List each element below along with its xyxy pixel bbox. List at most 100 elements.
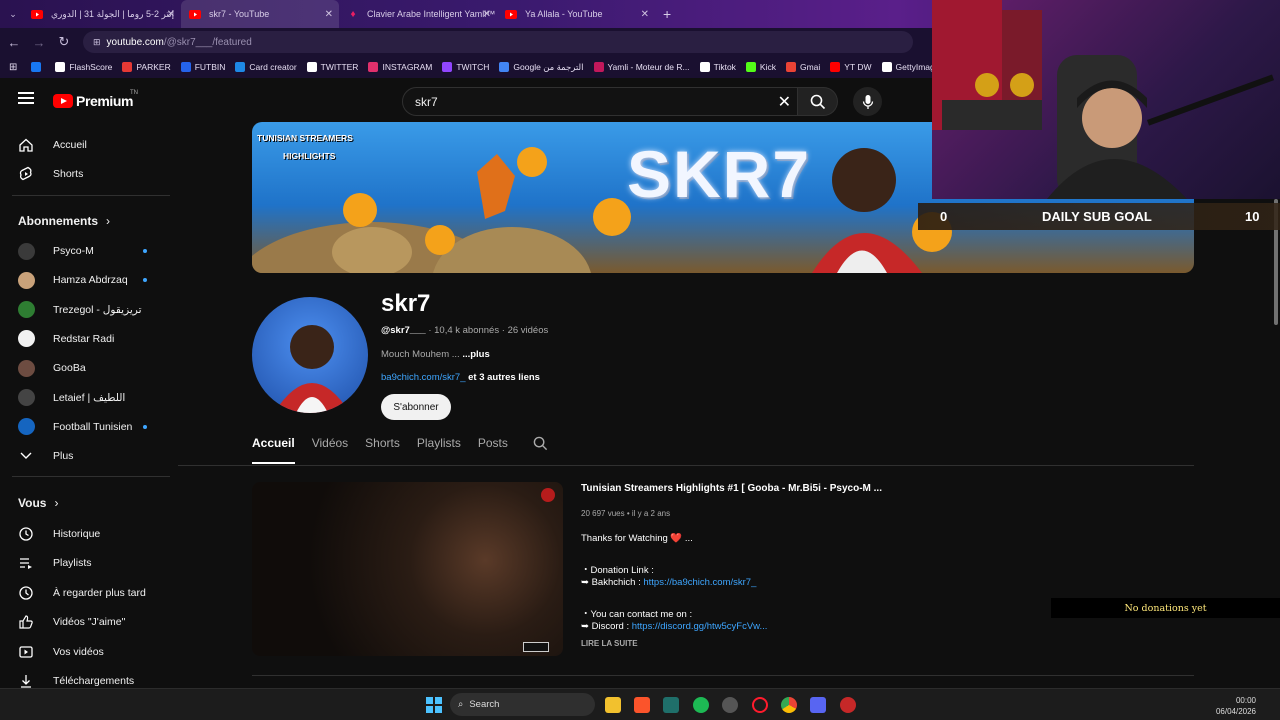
taskbar-search[interactable]: ⌕ Search (450, 693, 595, 716)
new-tab-button[interactable]: + (655, 0, 679, 28)
sidebar-item[interactable]: Playlists (18, 553, 92, 573)
sidebar-item[interactable]: Football Tunisien (18, 417, 147, 437)
webcam-overlay (932, 0, 1280, 199)
clear-search-icon[interactable]: ✕ (778, 92, 791, 112)
subscribe-button[interactable]: S'abonner (381, 394, 451, 420)
channel-avatar[interactable] (252, 297, 368, 413)
site-info-icon[interactable]: ⊞ (93, 37, 101, 48)
sidebar-item[interactable]: Vos vidéos (18, 642, 104, 662)
close-tab-icon[interactable]: ✕ (641, 9, 649, 20)
channel-search-icon[interactable] (533, 436, 548, 464)
sidebar-item[interactable]: Letaief | اللطيف (18, 388, 125, 408)
obs-icon[interactable] (722, 697, 738, 713)
search-input[interactable]: skr7 ✕ (402, 87, 798, 116)
daily-sub-goal-bar: 0 DAILY SUB GOAL 10 (918, 203, 1280, 230)
sidebar-item-label: Hamza Abdrzaq (53, 274, 128, 287)
bookmark-item[interactable]: TWITTER (306, 62, 358, 72)
sidebar-item[interactable]: À regarder plus tard (18, 583, 146, 603)
close-tab-icon[interactable]: ✕ (167, 9, 175, 20)
bookmark-item[interactable] (31, 62, 45, 72)
bookmark-item[interactable]: Google الترجمة من (499, 62, 584, 73)
sidebar-item[interactable]: GooBa (18, 358, 86, 378)
country-code: TN (130, 90, 138, 96)
tab-playlists[interactable]: Playlists (417, 436, 461, 464)
channel-description[interactable]: Mouch Mouhem ... ...plus (381, 349, 490, 360)
opera-icon[interactable] (752, 697, 768, 713)
bookmark-favicon-icon (368, 62, 379, 72)
subscriptions-header[interactable]: Abonnements › (18, 214, 110, 228)
tab-list-chevron-icon[interactable]: ⌄ (3, 3, 23, 25)
bookmark-item[interactable]: Card creator (235, 62, 297, 72)
chrome-icon[interactable] (781, 697, 797, 713)
sidebar-item[interactable]: Psyco-M (18, 241, 147, 261)
app-icon[interactable] (663, 697, 679, 713)
file-explorer-icon[interactable] (605, 697, 621, 713)
browser-tab-active[interactable]: skr7 - YouTube ✕ (181, 0, 339, 28)
sidebar-item[interactable]: Shorts (18, 164, 83, 184)
windows-start-icon[interactable] (426, 697, 442, 713)
video-thumbnail[interactable] (252, 482, 563, 656)
more-links[interactable]: et 3 autres liens (468, 372, 540, 383)
you-header[interactable]: Vous › (18, 496, 58, 510)
bookmark-item[interactable]: TWITCH (442, 62, 489, 72)
app-icon[interactable] (840, 697, 856, 713)
tab-accueil[interactable]: Accueil (252, 436, 295, 464)
bookmark-item[interactable]: Kick (745, 62, 776, 72)
sidebar-item[interactable]: Vidéos "J'aime" (18, 612, 125, 632)
sidebar-item[interactable]: Accueil (18, 135, 87, 155)
section-divider (252, 675, 1194, 676)
sidebar: Accueil Shorts Abonnements › Psyco-M Hamza Ab… (0, 124, 176, 688)
clock-time: 00:00 (1235, 696, 1256, 705)
bookmark-favicon-icon (881, 62, 892, 72)
discord-icon[interactable] (810, 697, 826, 713)
sidebar-item[interactable]: Hamza Abdrzaq (18, 270, 147, 290)
sidebar-item[interactable]: Redstar Radi (18, 329, 114, 349)
browser-tab[interactable]: Ya Allala - YouTube ✕ (497, 0, 655, 28)
bookmark-favicon-icon (499, 62, 510, 72)
bookmark-item[interactable]: Tiktok (699, 62, 736, 72)
browser-tab[interactable]: إنتر 2-5 روما | الجولة 31 | الدوري ✕ (23, 0, 181, 28)
close-tab-icon[interactable]: ✕ (325, 9, 333, 20)
description-link[interactable]: https://discord.gg/htw5cyFcVw... (632, 621, 768, 632)
tab-videos[interactable]: Vidéos (312, 436, 348, 464)
close-tab-icon[interactable]: ✕ (483, 9, 491, 20)
forward-arrow-icon[interactable]: → (28, 31, 50, 53)
tab-posts[interactable]: Posts (478, 436, 508, 464)
bookmark-item[interactable]: Gmai (785, 62, 821, 72)
spotify-icon[interactable] (693, 697, 709, 713)
read-more-link[interactable]: LIRE LA SUITE (581, 639, 638, 648)
tab-shorts[interactable]: Shorts (365, 436, 400, 464)
subscriptions-header-label: Abonnements (18, 214, 99, 228)
bookmark-label: Gmai (799, 62, 821, 72)
bookmark-item[interactable]: YT DW (830, 62, 872, 72)
bookmark-item[interactable]: FUTBIN (180, 62, 225, 72)
tab-label: Clavier Arabe Intelligent Yamli™ - (367, 9, 497, 19)
bookmark-item[interactable]: FlashScore (55, 62, 112, 72)
apps-grid-icon[interactable]: ⊞ (9, 62, 17, 73)
youtube-favicon-icon (189, 8, 201, 20)
voice-search-button[interactable] (853, 87, 882, 116)
sidebar-item[interactable]: Trezegol - تريزيقول (18, 300, 142, 320)
browser-tab[interactable]: ♦ Clavier Arabe Intelligent Yamli™ - ✕ (339, 0, 497, 28)
system-clock[interactable]: 00:00 06/04/2026 (1216, 695, 1256, 717)
search-button[interactable] (798, 87, 838, 116)
back-arrow-icon[interactable]: ← (3, 31, 25, 53)
show-more-button[interactable]: Plus (18, 446, 73, 466)
bookmark-item[interactable]: PARKER (122, 62, 171, 72)
bookmark-item[interactable]: Yamli - Moteur de R... (593, 62, 690, 72)
channel-link[interactable]: ba9chich.com/skr7_ (381, 372, 465, 383)
youtube-premium-logo[interactable]: Premium TN (53, 90, 138, 109)
youtube-favicon-icon (31, 8, 43, 20)
menu-hamburger-icon[interactable] (18, 92, 34, 104)
video-title[interactable]: Tunisian Streamers Highlights #1 [ Gooba… (581, 483, 882, 494)
brave-icon[interactable] (634, 697, 650, 713)
description-more[interactable]: ...plus (462, 349, 489, 360)
reload-icon[interactable]: ↻ (53, 31, 75, 53)
sidebar-item[interactable]: Historique (18, 524, 100, 544)
you-header-label: Vous (18, 496, 47, 510)
url-field[interactable]: ⊞ youtube.com /@skr7___/featured (83, 31, 913, 53)
sidebar-item-label: À regarder plus tard (53, 586, 146, 599)
bookmark-item[interactable]: INSTAGRAM (368, 62, 432, 72)
description-link[interactable]: https://ba9chich.com/skr7_ (643, 577, 756, 588)
video-description-line: ➥ Discord : https://discord.gg/htw5cyFcV… (581, 621, 767, 632)
